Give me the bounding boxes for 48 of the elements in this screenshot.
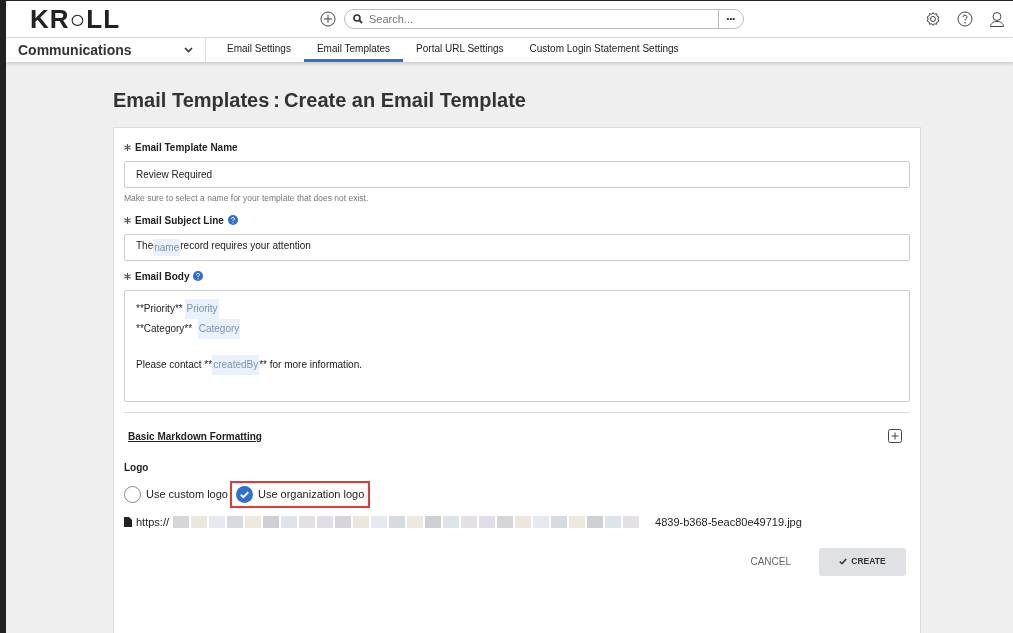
create-button[interactable]: CREATE — [819, 547, 906, 576]
field-label: Email Subject Line — [135, 213, 224, 228]
name-field[interactable]: Review Required — [124, 161, 910, 188]
expand-icon[interactable] — [888, 429, 902, 444]
field-label: Email Body — [135, 269, 190, 284]
title-separator: : — [272, 88, 282, 113]
nav-tab[interactable]: Portal URL Settings — [403, 38, 517, 62]
file-url: https:// — [136, 514, 170, 530]
search-icon — [353, 14, 363, 24]
placeholder-token: name — [153, 238, 181, 256]
radio-label[interactable]: Use organization logo — [257, 486, 365, 503]
hint-text: Make sure to select a name for your template that does not exist. — [124, 192, 370, 205]
check-icon — [839, 558, 848, 566]
markdown-link[interactable]: Basic Markdown Formatting — [128, 428, 262, 444]
body-text: record requires your attention — [180, 238, 311, 253]
body-text: **Category** — [136, 321, 194, 336]
body-text: Please contact ** — [136, 357, 213, 372]
page-title: Create an Email Template — [284, 88, 526, 113]
file-icon — [124, 517, 132, 527]
help-icon[interactable] — [227, 215, 238, 226]
radio-label[interactable]: Use custom logo — [146, 486, 228, 503]
placeholder-token: Priority — [185, 298, 219, 319]
cancel-button[interactable]: CANCEL — [738, 546, 803, 578]
subject-field[interactable]: Thenamerecord requires your attention — [124, 233, 910, 261]
body-text: The — [136, 238, 154, 253]
settings-icon[interactable] — [925, 11, 941, 27]
body-text: ** for more information. — [259, 357, 363, 372]
add-icon[interactable] — [320, 11, 336, 27]
nav-tab[interactable]: Email Templates — [303, 38, 404, 62]
placeholder-token: createdBy — [212, 354, 260, 375]
nav-tab[interactable]: Custom Login Statement Settings — [516, 38, 692, 62]
radio-button[interactable] — [235, 485, 253, 503]
body-text: **Priority** — [136, 301, 184, 316]
placeholder-token: Category — [197, 318, 241, 339]
logo: KR○LL — [30, 6, 122, 32]
page-title: Email Templates — [113, 88, 270, 113]
more-options-button[interactable]: ••• — [717, 10, 743, 28]
section-title: Communications — [18, 40, 132, 60]
file-url: 4839-b368-5eac80e49719.jpg — [655, 514, 802, 530]
help-icon[interactable] — [957, 11, 973, 27]
radio-button[interactable] — [124, 485, 141, 503]
field-label: Logo — [124, 460, 150, 475]
field-label: Email Template Name — [135, 141, 238, 155]
user-icon[interactable] — [989, 11, 1005, 27]
chevron-down-icon[interactable] — [184, 47, 193, 53]
body-field[interactable]: **Priority** Priority **Category** Category Please contact **createdBy** for more information. — [124, 289, 910, 402]
help-icon[interactable] — [193, 271, 204, 282]
nav-tab[interactable]: Email Settings — [214, 38, 304, 62]
